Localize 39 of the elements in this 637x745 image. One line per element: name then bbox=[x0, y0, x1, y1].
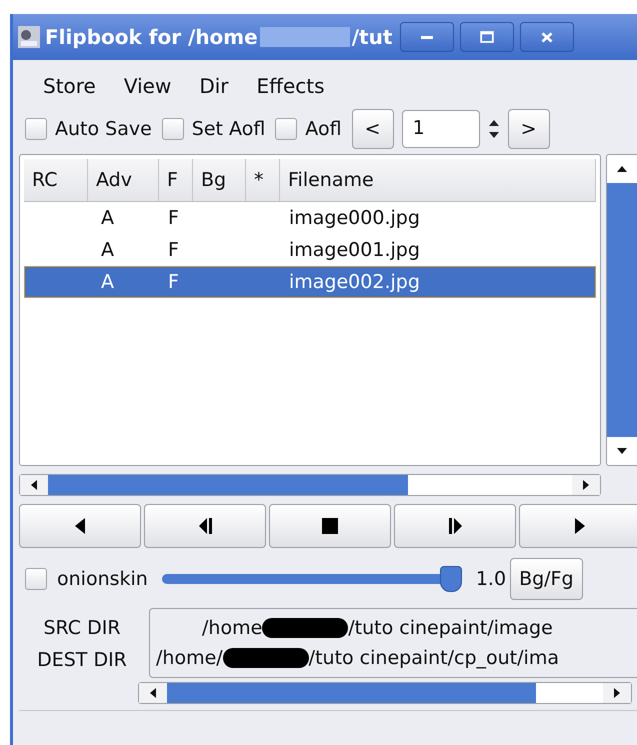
column-header[interactable]: Filename bbox=[280, 159, 596, 201]
table-cell-text: A bbox=[100, 271, 115, 293]
column-header[interactable]: Bg bbox=[193, 159, 246, 201]
file-row[interactable]: A F image001.jpg bbox=[24, 234, 596, 266]
table-cell-text: image001.jpg bbox=[288, 239, 421, 261]
slider-value: 1.0 bbox=[476, 568, 506, 590]
path-text: /tuto cinepaint/cp_out/ima bbox=[308, 646, 559, 671]
column-header[interactable]: * bbox=[246, 159, 280, 201]
window-title: /tut bbox=[352, 25, 392, 49]
directory-label: DEST DIR bbox=[37, 648, 127, 673]
file-row[interactable]: A F image000.jpg bbox=[24, 202, 596, 234]
table-cell-text: image002.jpg bbox=[288, 271, 421, 293]
file-row[interactable]: A F image002.jpg bbox=[24, 266, 596, 298]
path-text: /tuto cinepaint/image bbox=[348, 616, 553, 641]
directory-label: SRC DIR bbox=[43, 616, 121, 641]
checkbox-label: onionskin bbox=[57, 568, 148, 590]
bg-fg-button[interactable]: Bg/Fg bbox=[510, 558, 583, 600]
table-cell-text: F bbox=[167, 207, 180, 229]
path-text: /home bbox=[202, 616, 262, 641]
previous-button[interactable]: < bbox=[352, 109, 394, 149]
table-cell-text: image000.jpg bbox=[288, 207, 421, 229]
menu-item[interactable]: View bbox=[124, 74, 172, 98]
menu-item[interactable]: Store bbox=[43, 74, 96, 98]
table-cell-text: A bbox=[100, 239, 115, 261]
column-header[interactable]: RC bbox=[24, 159, 88, 201]
checkbox-label: Aofl bbox=[305, 118, 342, 140]
column-header[interactable]: Adv bbox=[88, 159, 159, 201]
path-text: /home/ bbox=[156, 646, 223, 671]
frame-spin-field[interactable]: 1 bbox=[402, 110, 480, 148]
menu-item[interactable]: Effects bbox=[256, 74, 325, 98]
table-cell-text: F bbox=[167, 239, 180, 261]
window-title: Flipbook for /home bbox=[45, 25, 258, 49]
menu-item[interactable]: Dir bbox=[199, 74, 229, 98]
table-cell-text: A bbox=[100, 207, 115, 229]
checkbox-label: Auto Save bbox=[55, 118, 152, 140]
table-cell-text: F bbox=[167, 271, 180, 293]
next-button[interactable]: > bbox=[508, 109, 550, 149]
column-header[interactable]: F bbox=[159, 159, 193, 201]
checkbox-label: Set Aofl bbox=[192, 118, 266, 140]
